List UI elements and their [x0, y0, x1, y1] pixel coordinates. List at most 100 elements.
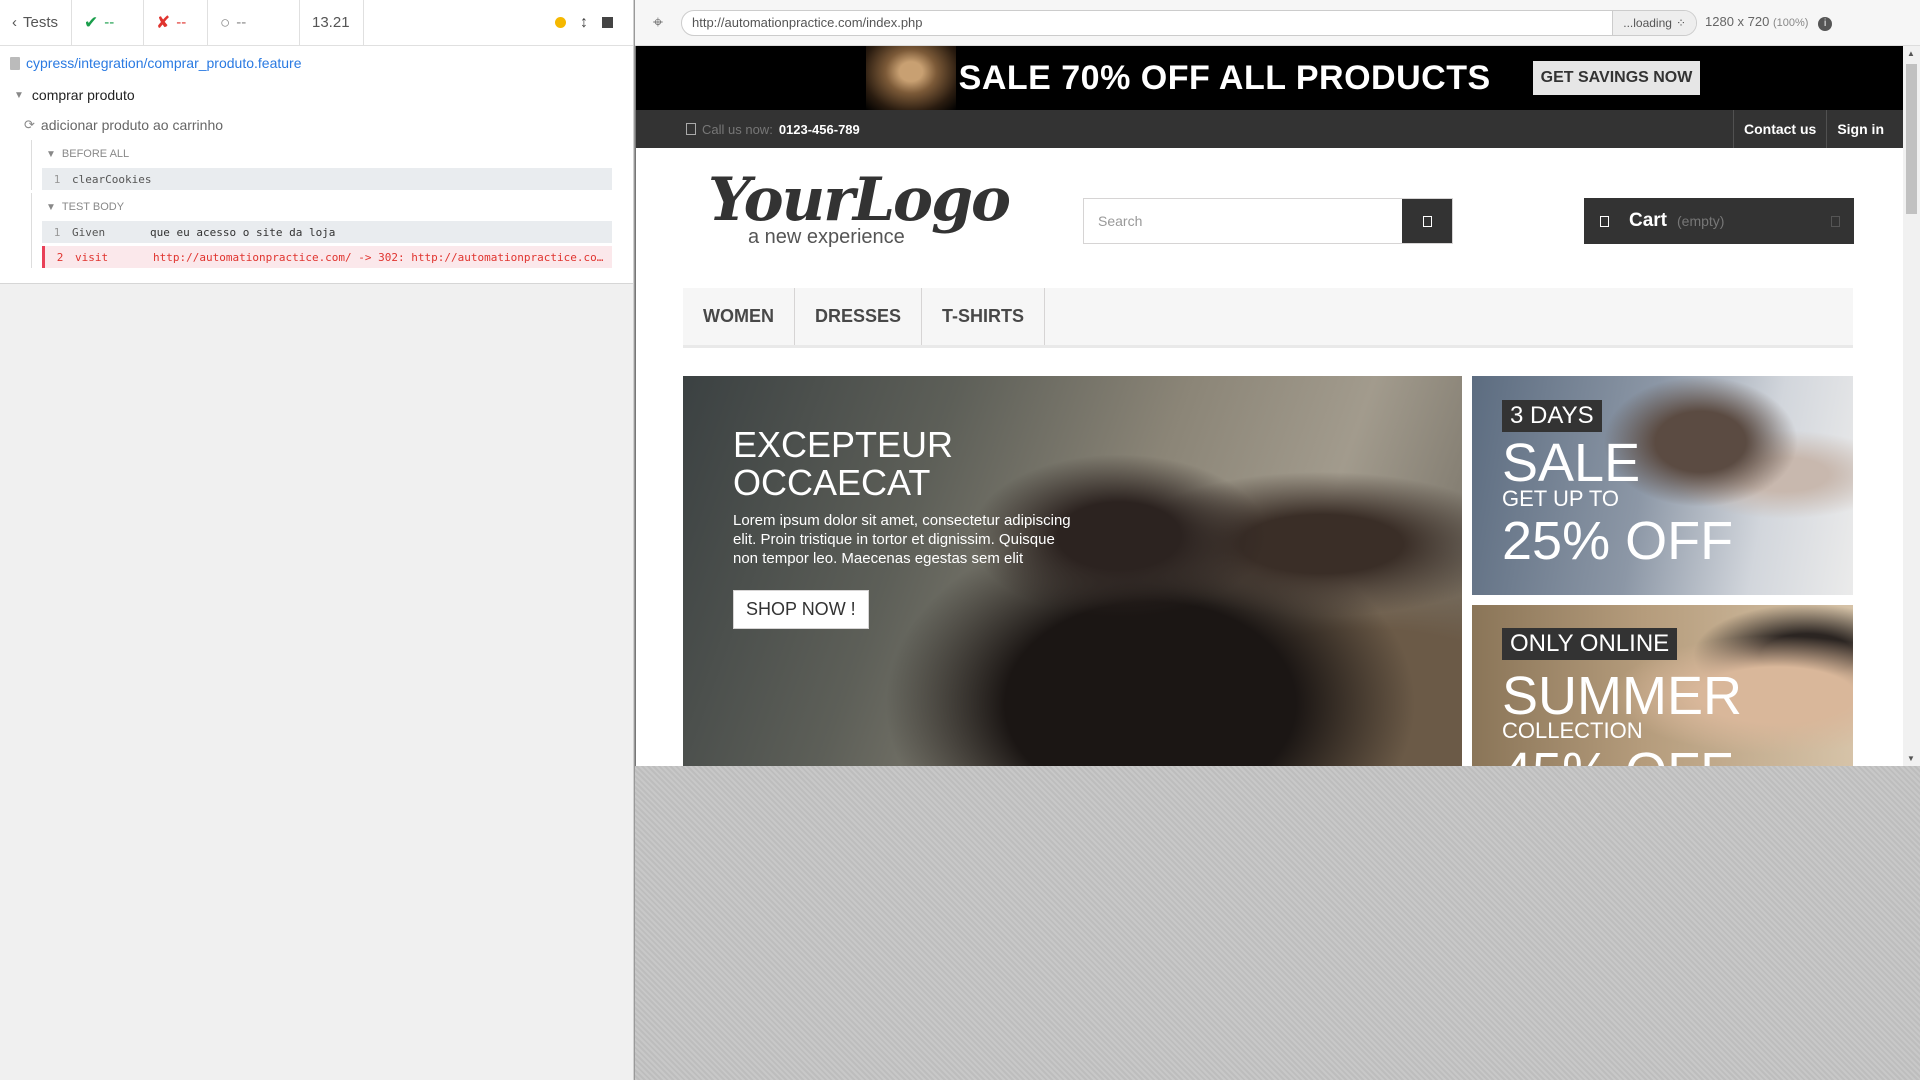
promo-headline: SUMMER: [1502, 666, 1742, 726]
failed-count[interactable]: ✘ --: [144, 0, 208, 46]
logo-tagline: a new experience: [748, 226, 905, 248]
circle-icon: ○: [220, 12, 231, 32]
search-icon: [1422, 215, 1432, 227]
get-savings-button[interactable]: GET SAVINGS NOW: [1532, 61, 1701, 95]
logo-main-text: YourLogo: [708, 165, 1011, 235]
spec-file-path[interactable]: cypress/integration/comprar_produto.feat…: [0, 46, 633, 80]
hook-test-body: ▼ TEST BODY 1 Given que eu acesso o site…: [31, 193, 633, 268]
hook-title-text: TEST BODY: [61, 201, 125, 213]
command-name: visit: [75, 250, 109, 264]
url-bar[interactable]: http://automationpractice.com/index.php …: [681, 9, 1697, 36]
running-indicator-icon: [555, 17, 566, 28]
command-number: 1: [53, 172, 61, 186]
info-icon[interactable]: i: [1818, 16, 1833, 31]
scroll-down-icon[interactable]: ▼: [1907, 754, 1915, 763]
caret-down-icon: ▼: [14, 89, 24, 101]
url-text: http://automationpractice.com/index.php: [692, 15, 923, 30]
search-input[interactable]: Search: [1084, 199, 1402, 243]
phone-icon: [686, 123, 696, 135]
check-icon: ✔: [84, 12, 99, 32]
command-row[interactable]: 1 clearCookies: [42, 168, 612, 190]
search-form: Search: [1083, 198, 1453, 244]
site-header: YourLogo a new experience Search Cart (e…: [636, 148, 1903, 288]
spinner-icon: ⟳: [24, 117, 35, 132]
sign-in-link[interactable]: Sign in: [1826, 110, 1894, 148]
slider-text: Lorem ipsum dolor sit amet, consectetur …: [733, 512, 1071, 567]
promo-discount: 25% OFF: [1502, 511, 1734, 571]
command-message: http://automationpractice.com/ -> 302: h…: [153, 250, 612, 264]
aut-iframe: SALE 70% OFF ALL PRODUCTS GET SAVINGS NO…: [635, 46, 1903, 766]
menu-item-tshirts[interactable]: T-SHIRTS: [922, 288, 1046, 345]
spec-path-link[interactable]: cypress/integration/comprar_produto.feat…: [26, 55, 301, 71]
cart-button[interactable]: Cart (empty): [1584, 198, 1854, 244]
hook-before-all: ▼ BEFORE ALL 1 clearCookies: [31, 140, 633, 190]
promo-tag: ONLY ONLINE: [1502, 628, 1678, 660]
pending-value: --: [236, 14, 247, 31]
menu-item-dresses[interactable]: DRESSES: [795, 288, 923, 345]
hook-title-text: BEFORE ALL: [61, 148, 130, 160]
promo-summer-banner[interactable]: ONLY ONLINE SUMMER COLLECTION 45% OFF: [1472, 605, 1853, 766]
call-us: Call us now: 0123-456-789: [686, 122, 860, 137]
top-nav-bar: Call us now: 0123-456-789 Contact us Sig…: [636, 110, 1903, 148]
command-message: que eu acesso o site da loja: [150, 225, 336, 239]
file-icon: [10, 56, 20, 70]
suite-title[interactable]: ▼ comprar produto: [0, 80, 633, 110]
viewport-info[interactable]: 1280 x 720 (100%) i: [1697, 14, 1833, 31]
chevron-left-icon: ‹: [12, 14, 17, 31]
nav-links: Contact us Sign in: [1732, 110, 1894, 148]
cart-icon: [1600, 215, 1609, 227]
cross-icon: ✘: [156, 12, 171, 32]
auto-scroll-toggle-icon[interactable]: ↕: [580, 14, 588, 32]
pending-count[interactable]: ○ --: [208, 0, 300, 46]
scroll-up-icon[interactable]: ▲: [1907, 49, 1915, 58]
passed-count[interactable]: ✔ --: [72, 0, 144, 46]
banner-model-image: [866, 46, 956, 110]
viewport-size: 1280 x 720: [1705, 14, 1770, 30]
hook-title[interactable]: ▼ TEST BODY: [42, 193, 633, 221]
search-button[interactable]: [1402, 199, 1452, 243]
promo-sale-banner[interactable]: 3 DAYS SALE GET UP TO 25% OFF: [1472, 376, 1853, 595]
aut-header: ⌖ http://automationpractice.com/index.ph…: [635, 0, 1920, 46]
passed-value: --: [104, 14, 115, 31]
site-logo[interactable]: YourLogo a new experience: [708, 165, 1011, 248]
failed-value: --: [176, 14, 187, 31]
test-title[interactable]: ⟳ adicionar produto ao carrinho: [0, 110, 633, 140]
cart-dropdown-icon: [1831, 215, 1840, 227]
banner-text: SALE 70% OFF ALL PRODUCTS: [958, 58, 1491, 97]
phone-number: 0123-456-789: [778, 121, 860, 137]
call-us-label: Call us now:: [702, 121, 773, 137]
promo-banner[interactable]: SALE 70% OFF ALL PRODUCTS GET SAVINGS NO…: [636, 46, 1903, 110]
command-name: clearCookies: [72, 172, 152, 186]
viewport-scale: (100%): [1772, 17, 1809, 30]
main-menu: WOMEN DRESSES T-SHIRTS: [683, 288, 1853, 348]
command-number: 1: [53, 225, 61, 239]
command-row-failed[interactable]: 2 visit http://automationpractice.com/ -…: [42, 246, 612, 268]
back-label: Tests: [23, 14, 59, 31]
cart-status: (empty): [1677, 213, 1725, 229]
promo-subline: COLLECTION: [1502, 718, 1643, 743]
stop-icon[interactable]: [602, 17, 613, 28]
cypress-reporter: ‹ Tests ✔ -- ✘ -- ○ -- 13.21 ↕ cypress/i…: [0, 0, 634, 1080]
caret-down-icon: ▼: [46, 201, 56, 213]
test-title-text: adicionar produto ao carrinho: [40, 117, 224, 133]
commands-panel: ▼ comprar produto ⟳ adicionar produto ao…: [0, 80, 633, 284]
back-to-tests-button[interactable]: ‹ Tests: [0, 0, 72, 46]
hook-title[interactable]: ▼ BEFORE ALL: [42, 140, 633, 168]
promo-tag: 3 DAYS: [1502, 400, 1602, 432]
command-row[interactable]: 1 Given que eu acesso o site da loja: [42, 221, 612, 243]
aut-scrollbar[interactable]: ▲ ▼: [1903, 46, 1920, 766]
duration: 13.21: [300, 0, 364, 46]
reporter-header: ‹ Tests ✔ -- ✘ -- ○ -- 13.21 ↕: [0, 0, 633, 46]
shop-now-button[interactable]: SHOP NOW !: [733, 590, 869, 629]
menu-item-women[interactable]: WOMEN: [683, 288, 795, 345]
selector-playground-icon[interactable]: ⌖: [635, 0, 681, 46]
scrollbar-thumb[interactable]: [1906, 64, 1917, 214]
contact-us-link[interactable]: Contact us: [1732, 110, 1826, 148]
promo-subline: GET UP TO: [1502, 486, 1619, 511]
home-slider[interactable]: EXCEPTEUR OCCAECAT Lorem ipsum dolor sit…: [683, 376, 1462, 766]
spinner-icon: ⁘: [1675, 15, 1686, 30]
loading-indicator: ...loading ⁘: [1612, 10, 1696, 35]
run-controls: ↕: [543, 0, 633, 46]
promo-headline: SALE: [1502, 433, 1641, 493]
promo-discount: 45% OFF: [1502, 745, 1733, 766]
